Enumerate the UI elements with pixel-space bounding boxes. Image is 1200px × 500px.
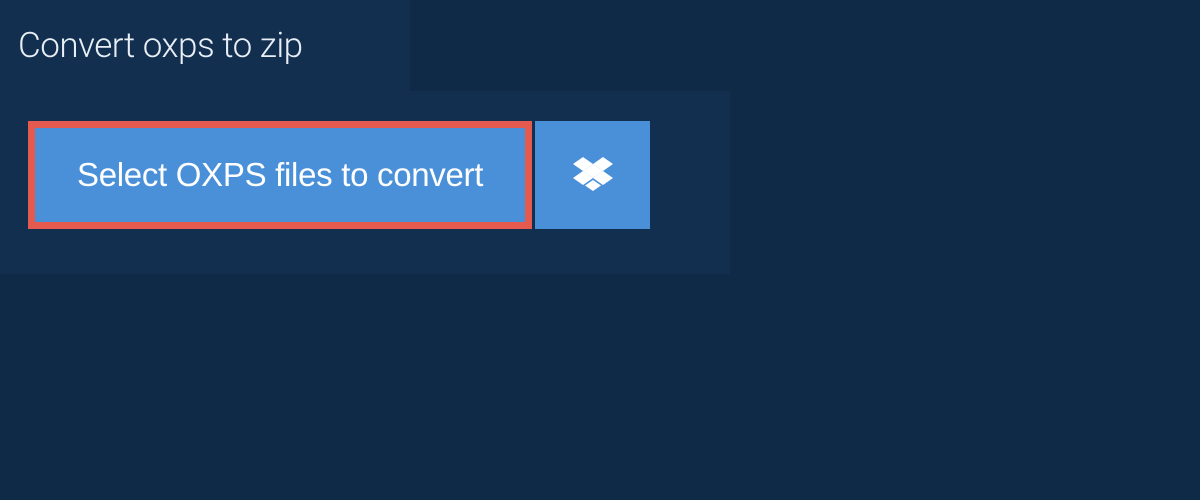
tab-label: Convert oxps to zip [18, 25, 303, 66]
highlighted-region: Select OXPS files to convert [28, 121, 532, 229]
select-files-button[interactable]: Select OXPS files to convert [35, 128, 525, 222]
dropbox-button[interactable] [535, 121, 650, 229]
tab-convert[interactable]: Convert oxps to zip [0, 0, 410, 91]
action-button-row: Select OXPS files to convert [28, 121, 702, 229]
select-files-label: Select OXPS files to convert [77, 156, 483, 194]
content-panel: Select OXPS files to convert [0, 91, 730, 274]
tab-strip: Convert oxps to zip [0, 0, 1200, 91]
dropbox-icon [573, 157, 613, 193]
